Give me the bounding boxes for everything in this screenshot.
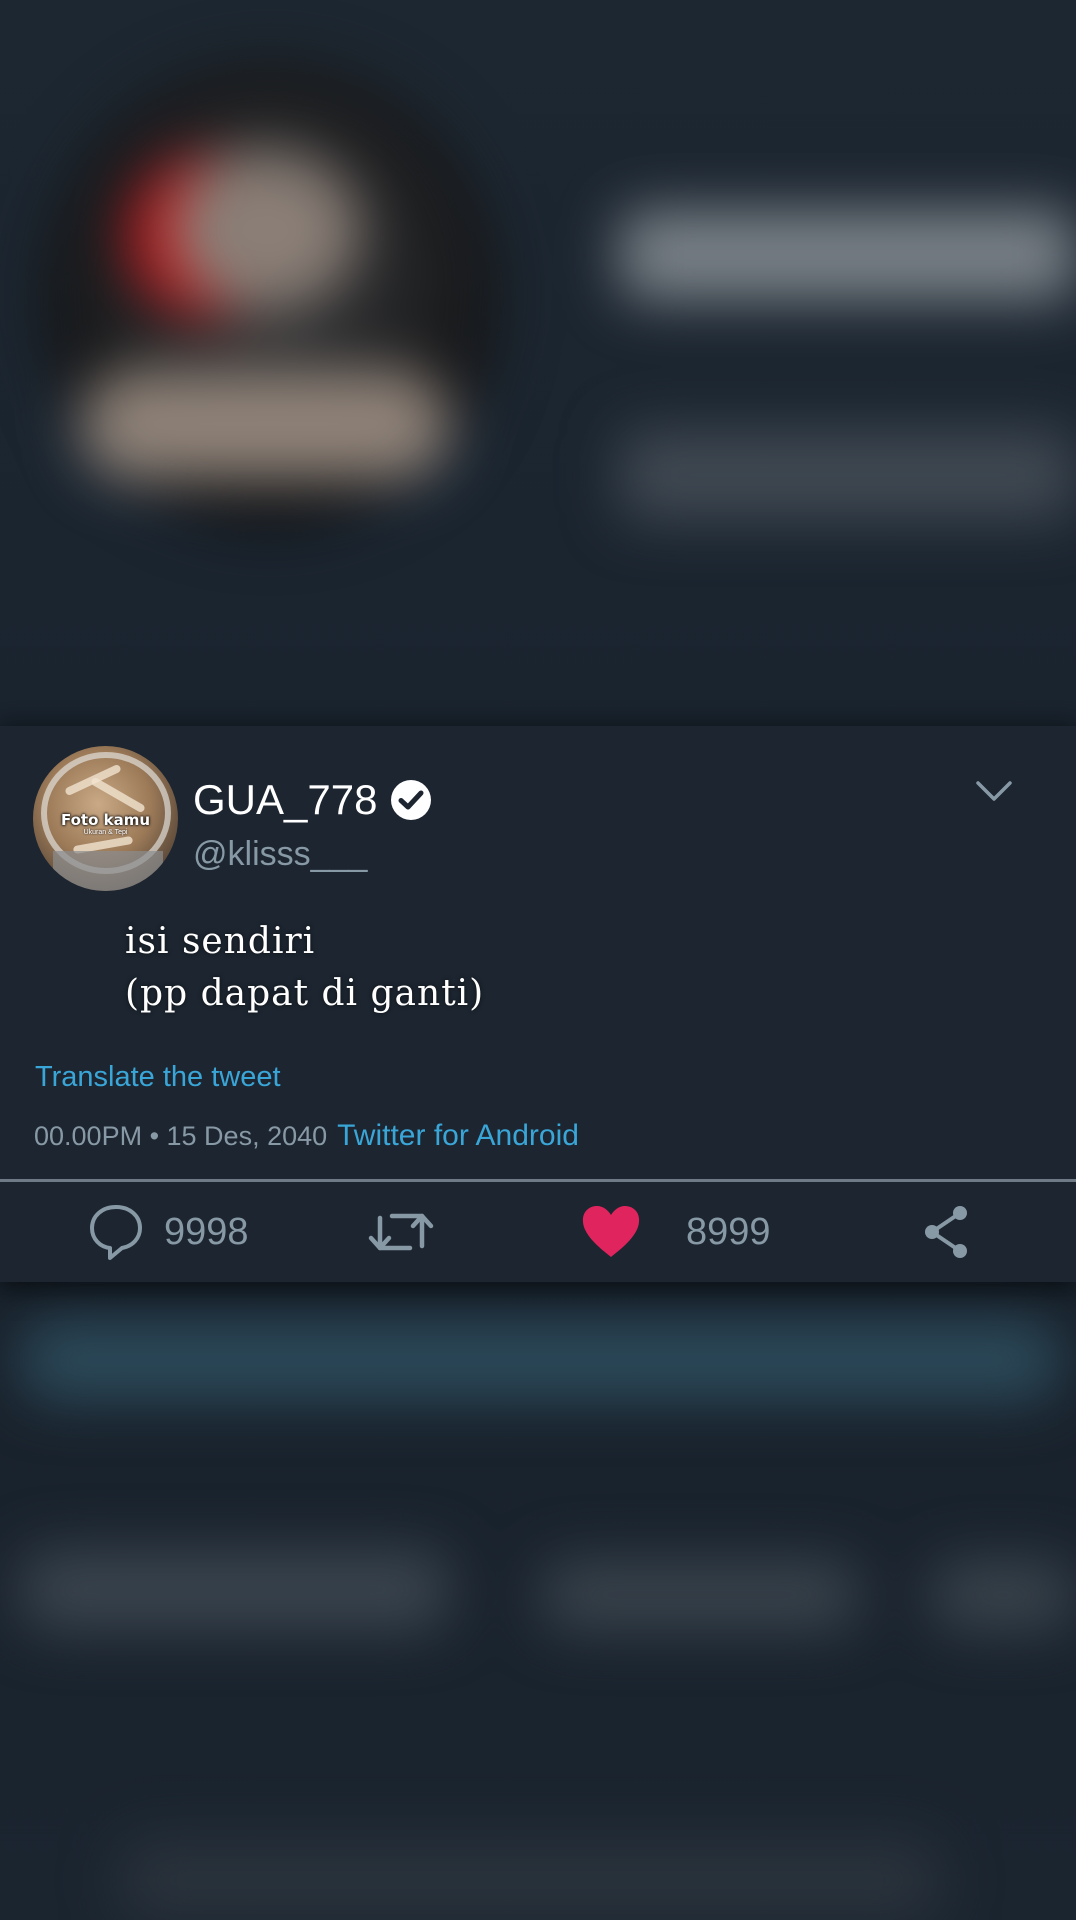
share-button[interactable] [920,1182,972,1282]
blurred-hand-shape [80,370,450,480]
retweet-icon [368,1213,434,1251]
reply-bubble-icon [90,1205,142,1260]
heart-icon [582,1206,640,1257]
tweet-text-line: (pp dapat di ganti) [125,973,485,1014]
screen: Foto kamu Ukuran & Tepi GUA_778 @klisss_… [0,0,1076,1920]
tweet-text-line: isi sendiri [125,921,316,962]
like-button[interactable]: 8999 [580,1182,771,1282]
retweet-button[interactable] [366,1182,436,1282]
share-icon [925,1206,967,1258]
avatar[interactable]: Foto kamu Ukuran & Tepi [33,746,178,891]
tweet-meta: 00.00PM • 15 Des, 2040 Twitter for Andro… [34,1119,579,1153]
verified-badge-icon [391,780,432,820]
blurred-gray-bar [20,1550,450,1630]
blurred-gray-bar [540,1560,860,1630]
blurred-face-shape [170,150,360,310]
like-count: 8999 [686,1211,771,1253]
display-name[interactable]: GUA_778 [193,776,433,824]
avatar-caption: Foto kamu [60,811,151,829]
blurred-teal-bar [20,1320,1060,1400]
tweet-source-link[interactable]: Twitter for Android [337,1119,579,1153]
blurred-handle-bar [620,430,1076,520]
reply-count: 9998 [164,1211,249,1253]
user-handle[interactable]: @klisss___ [193,834,367,874]
tweet-text: isi sendiri (pp dapat di ganti) [125,916,484,1020]
display-name-text: GUA_778 [193,776,378,823]
chevron-down-icon[interactable] [975,776,1013,806]
tweet-card: Foto kamu Ukuran & Tepi GUA_778 @klisss_… [0,726,1076,1282]
blurred-gray-bar [930,1560,1076,1630]
blurred-bottom-bar [120,1840,940,1920]
blurred-name-bar [620,210,1076,300]
avatar-subcaption: Ukuran & Tepi [83,829,128,836]
reply-button[interactable]: 9998 [88,1182,249,1282]
tweet-actions: 9998 8999 [0,1182,1076,1282]
translate-link[interactable]: Translate the tweet [35,1060,281,1094]
tweet-timestamp: 00.00PM • 15 Des, 2040 [34,1121,328,1151]
avatar-cup-base [53,851,163,891]
